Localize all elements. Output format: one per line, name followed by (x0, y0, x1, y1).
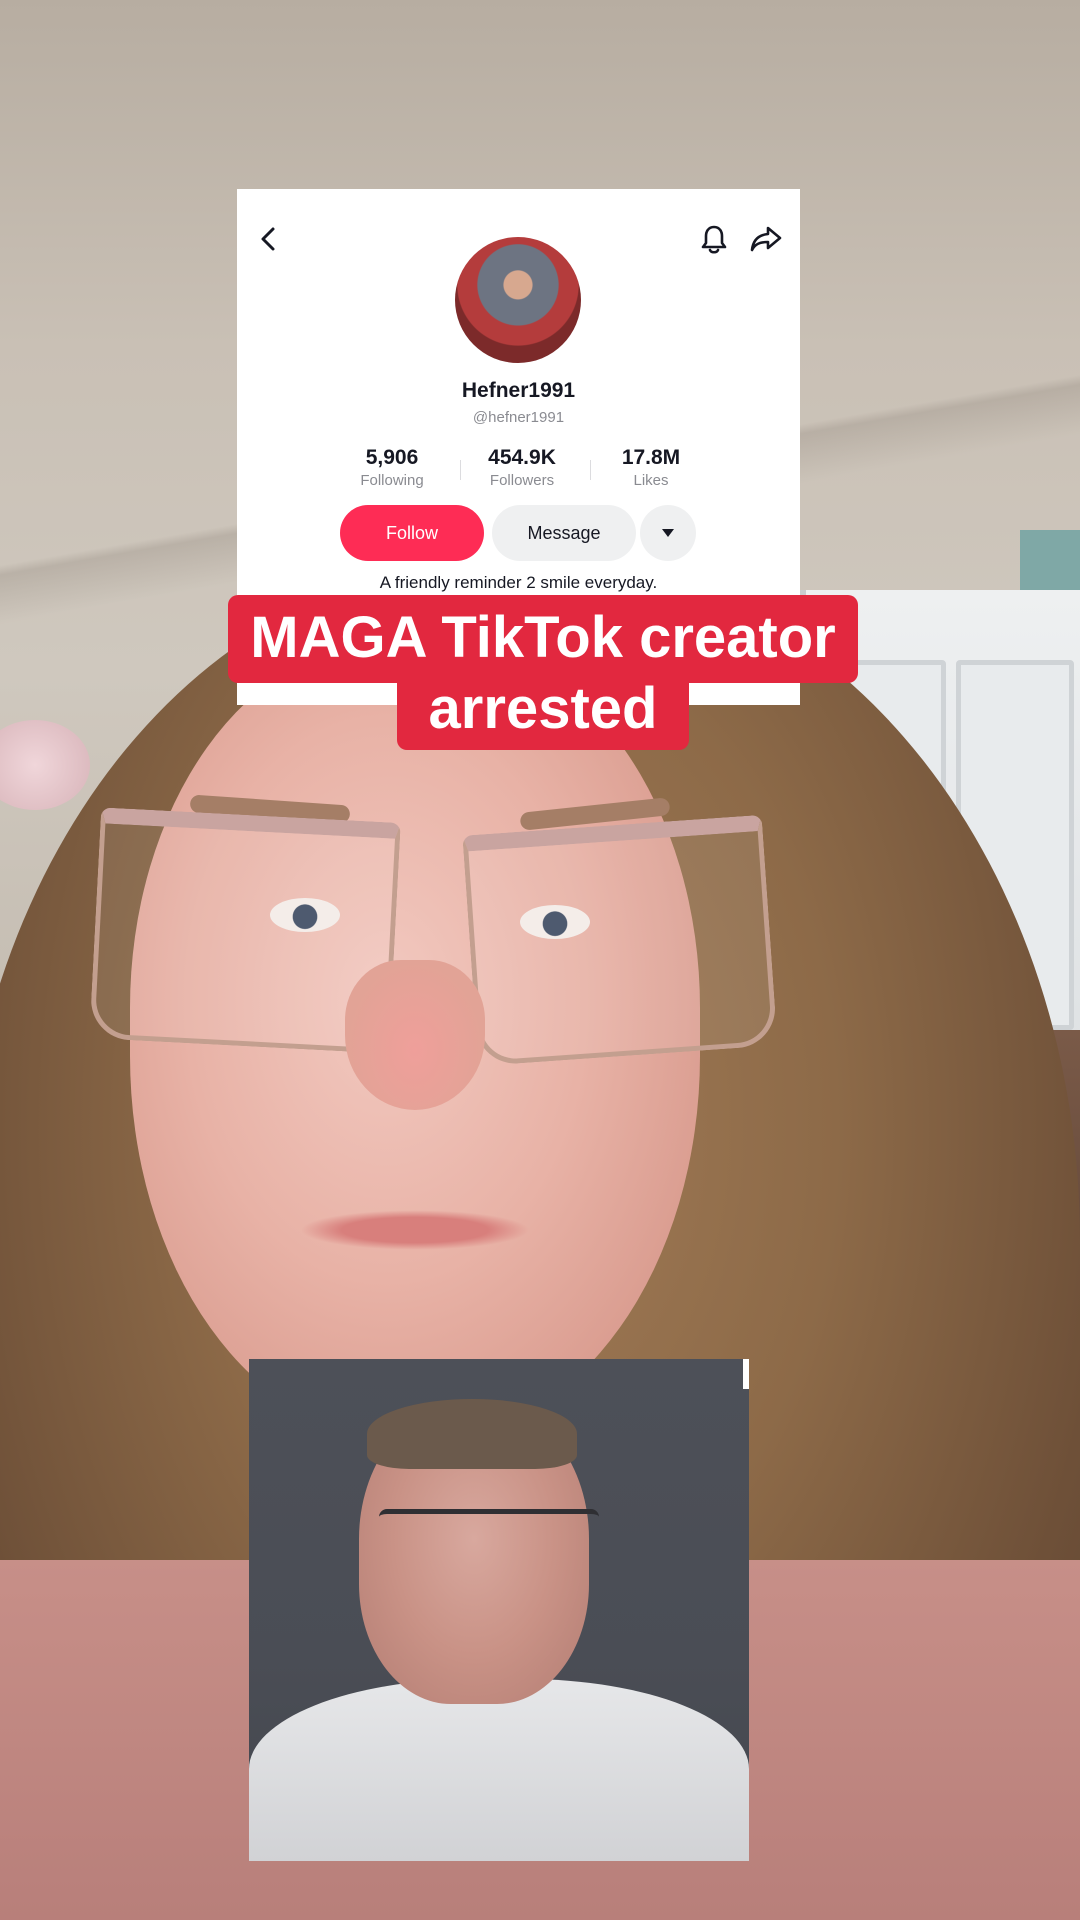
stat-followers[interactable]: 454.9K Followers (467, 446, 577, 489)
message-button[interactable]: Message (492, 505, 636, 561)
profile-bio: A friendly reminder 2 smile everyday. (379, 573, 658, 592)
mugshot-shirt (249, 1679, 749, 1861)
profile-username: Hefner1991 (461, 379, 576, 402)
caption-text: MAGA TikTok creator (250, 605, 836, 670)
mugshot-edge (743, 1359, 749, 1389)
share-icon[interactable] (749, 223, 783, 255)
stat-label: Following (360, 472, 424, 489)
profile-stats: 5,906 Following 454.9K Followers 17.8M L… (337, 446, 697, 496)
stat-likes[interactable]: 17.8M Likes (596, 446, 706, 489)
caption-line-1: MAGA TikTok creator (228, 595, 858, 683)
stat-value: 17.8M (621, 446, 681, 469)
bell-icon[interactable] (699, 223, 729, 255)
stat-value: 5,906 (365, 446, 419, 469)
mugshot-hair (367, 1399, 577, 1469)
stat-divider (460, 460, 461, 480)
glasses-lens (462, 814, 778, 1067)
avatar[interactable] (455, 237, 581, 363)
profile-handle: @hefner1991 (472, 409, 565, 426)
stat-label: Followers (489, 472, 555, 489)
follow-button[interactable]: Follow (340, 505, 484, 561)
mugshot-image (249, 1359, 749, 1861)
back-arrow-icon[interactable] (255, 225, 283, 253)
caption-line-2: arrested (397, 672, 689, 750)
dropdown-arrow-icon (662, 529, 674, 537)
caption-text: arrested (428, 676, 658, 741)
mugshot-glasses (379, 1509, 599, 1554)
stat-label: Likes (633, 472, 669, 489)
stat-divider (590, 460, 591, 480)
more-options-button[interactable] (640, 505, 696, 561)
stat-following[interactable]: 5,906 Following (337, 446, 447, 489)
mouth (300, 1210, 530, 1250)
stat-value: 454.9K (488, 446, 556, 469)
nose (345, 960, 485, 1110)
